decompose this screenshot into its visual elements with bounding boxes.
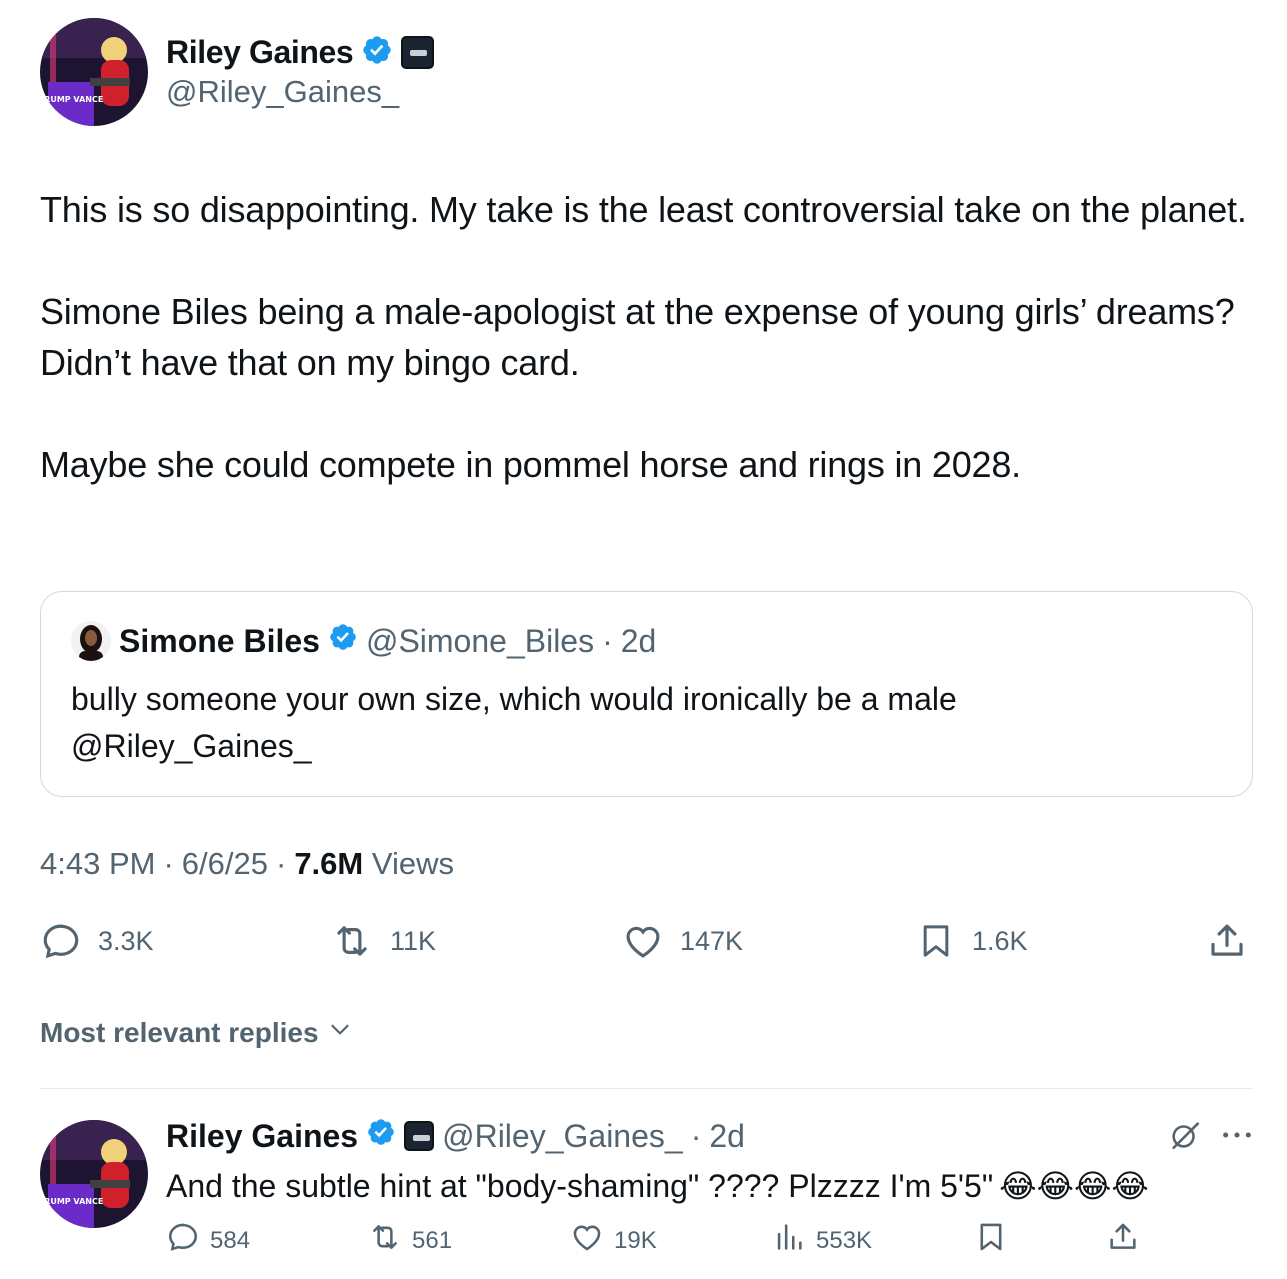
repost-icon [330,920,374,962]
reply-views-count: 553K [816,1226,873,1254]
reply-sort-dropdown[interactable]: Most relevant replies [40,1016,353,1049]
author-avatar[interactable]: TRUMP VANCE [40,18,148,126]
tweet-action-bar: 3.3K 11K 147K 1.6K [0,920,1287,976]
reply-author-handle[interactable]: @Riley_Gaines_ [442,1118,683,1155]
laughing-emoji-icon: 😂😂😂😂 [999,1168,1149,1204]
views-icon [772,1220,806,1261]
tweet-meta: 4:43 PM · 6/6/25 · 7.6M Views [40,846,454,882]
views-count: 7.6M [294,846,364,881]
quote-author-handle[interactable]: @Simone_Biles [366,623,594,660]
tweet-date[interactable]: 6/6/25 [182,846,268,882]
quoted-tweet-card[interactable]: Simone Biles @Simone_Biles · 2d bully so… [40,591,1253,797]
like-icon [622,920,664,962]
verified-icon[interactable] [361,34,393,71]
grok-icon[interactable] [1168,1118,1202,1157]
quote-header: Simone Biles @Simone_Biles · 2d [71,618,656,664]
divider [40,1088,1253,1089]
quote-text-line: bully someone your own size, which would… [71,681,957,717]
reply-count: 3.3K [98,925,154,956]
reply-action-bar: 584 561 19K 553K [0,1220,1287,1270]
separator-dot: · [275,846,287,881]
repost-icon [368,1220,402,1261]
verified-icon[interactable] [328,622,358,660]
reply-tools [1168,1118,1254,1157]
tweet-paragraph: This is so disappointing. My take is the… [40,189,1247,230]
repost-count: 11K [390,925,437,956]
reply-author-name[interactable]: Riley Gaines [166,1118,358,1155]
reply-reply-button[interactable]: 584 [166,1220,250,1261]
share-icon [1106,1220,1140,1261]
quote-age: 2d [620,622,657,659]
quote-mention[interactable]: @Riley_Gaines_ [71,723,1221,770]
avatar-sign-text: TRUMP VANCE [40,1197,103,1206]
reply-bookmark-button[interactable] [974,1220,1008,1261]
quote-text: bully someone your own size, which would… [71,676,1221,770]
reply-header: Riley Gaines @Riley_Gaines_ · 2d [166,1114,745,1158]
tweet-paragraph: Simone Biles being a male-apologist at t… [40,291,1235,383]
reply-views-button[interactable]: 553K [772,1220,872,1261]
share-button[interactable] [1206,920,1248,962]
like-count: 147K [680,925,744,956]
author-name-row: Riley Gaines [166,30,435,74]
quote-author-avatar[interactable] [71,621,111,661]
tweet-paragraph: Maybe she could compete in pommel horse … [40,444,1021,485]
author-handle[interactable]: @Riley_Gaines_ [166,74,399,110]
repost-button[interactable]: 11K [330,920,436,962]
separator-dot: · [602,622,613,659]
bookmark-count: 1.6K [972,925,1028,956]
like-icon [570,1220,604,1261]
reply-text: And the subtle hint at "body-shaming" ??… [166,1168,994,1204]
reply-repost-count: 561 [412,1226,453,1254]
more-icon[interactable] [1220,1125,1254,1150]
verified-icon[interactable] [366,1117,396,1155]
reply-text-row: And the subtle hint at "body-shaming" ??… [166,1163,1149,1209]
bookmark-icon [916,920,956,962]
like-button[interactable]: 147K [622,920,743,962]
reply-share-button[interactable] [1106,1220,1140,1261]
share-icon [1206,920,1248,962]
tweet-time[interactable]: 4:43 PM [40,846,155,882]
quote-author-name[interactable]: Simone Biles [119,623,320,660]
bookmark-button[interactable]: 1.6K [916,920,1028,962]
reply-button[interactable]: 3.3K [40,920,154,962]
chevron-down-icon [327,1016,353,1049]
reply-sort-label: Most relevant replies [40,1016,319,1048]
views-label: Views [371,846,454,881]
separator-dot: · [690,1117,702,1154]
author-name[interactable]: Riley Gaines [166,34,354,71]
reply-repost-button[interactable]: 561 [368,1220,452,1261]
reply-age: 2d [709,1117,745,1154]
avatar-sign-text: TRUMP VANCE [40,95,103,104]
reply-reply-count: 584 [210,1226,251,1254]
reply-like-count: 19K [614,1226,657,1254]
reply-author-avatar[interactable]: TRUMP VANCE [40,1120,148,1228]
separator-dot: · [163,846,174,881]
reply-icon [166,1220,200,1261]
bookmark-icon [974,1220,1008,1261]
affiliate-badge-icon[interactable] [401,35,435,69]
tweet-text: This is so disappointing. My take is the… [40,184,1250,490]
reply-like-button[interactable]: 19K [570,1220,657,1261]
affiliate-badge-icon[interactable] [404,1121,435,1151]
reply-icon [40,920,82,962]
